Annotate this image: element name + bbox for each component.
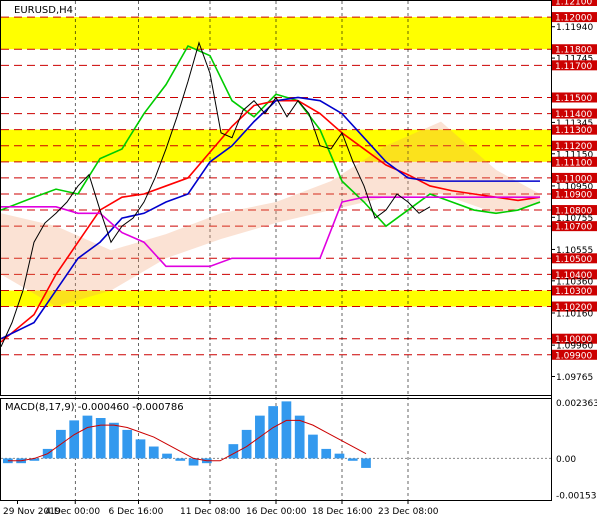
x-tick-label: 18 Dec 16:00 <box>312 507 373 517</box>
macd-bar <box>361 458 371 468</box>
x-tick-label: 11 Dec 08:00 <box>180 507 241 517</box>
macd-bar <box>347 458 358 461</box>
macd-bar <box>122 429 133 459</box>
price-label: 1.11100 <box>555 158 592 168</box>
price-label: 1.10500 <box>555 255 592 265</box>
macd-bar <box>162 453 172 459</box>
macd-bar <box>135 439 146 459</box>
macd-bar <box>95 418 106 459</box>
y-tick-label: 1.10160 <box>556 309 593 319</box>
macd-bar <box>69 420 80 459</box>
x-tick-label: 4 Dec 00:00 <box>45 507 100 517</box>
y-tick-label: 1.11940 <box>556 23 593 33</box>
x-tick-label: 16 Dec 00:00 <box>246 507 307 517</box>
x-tick-label: 6 Dec 16:00 <box>109 507 164 517</box>
price-label: 1.09900 <box>555 351 592 361</box>
chart-canvas[interactable]: 0.0023630.00-0.001538 1.121001.120001.11… <box>0 0 597 524</box>
macd-bar <box>334 453 345 459</box>
chart-window: 0.0023630.00-0.001538 1.121001.120001.11… <box>0 0 597 524</box>
price-label: 1.10700 <box>555 223 592 233</box>
macd-bar <box>82 415 93 459</box>
price-label: 1.12000 <box>555 14 592 24</box>
macd-bar <box>109 422 119 459</box>
macd-bar <box>148 446 159 459</box>
macd-bar <box>321 448 332 459</box>
x-tick-label: 23 Dec 08:00 <box>378 507 439 517</box>
macd-title: MACD(8,17,9) -0.000460 -0.000786 <box>5 402 184 413</box>
price-label: 1.10900 <box>555 190 592 200</box>
price-label: 1.10300 <box>555 287 592 297</box>
macd-tick-label: 0.00 <box>556 455 576 465</box>
price-label: 1.11300 <box>555 126 592 136</box>
price-label: 1.11700 <box>555 62 592 72</box>
macd-bar <box>268 406 278 459</box>
price-label: 1.11500 <box>555 94 592 104</box>
macd-bar <box>175 458 186 461</box>
macd-bar <box>281 401 292 459</box>
macd-tick-label: 0.002363 <box>556 399 597 409</box>
y-tick-label: 1.09765 <box>556 373 593 383</box>
chart-title: EURUSD,H4 <box>14 5 73 16</box>
macd-bar <box>308 434 318 459</box>
price-label: 1.12100 <box>555 0 592 8</box>
macd-tick-label: -0.001538 <box>556 491 597 501</box>
